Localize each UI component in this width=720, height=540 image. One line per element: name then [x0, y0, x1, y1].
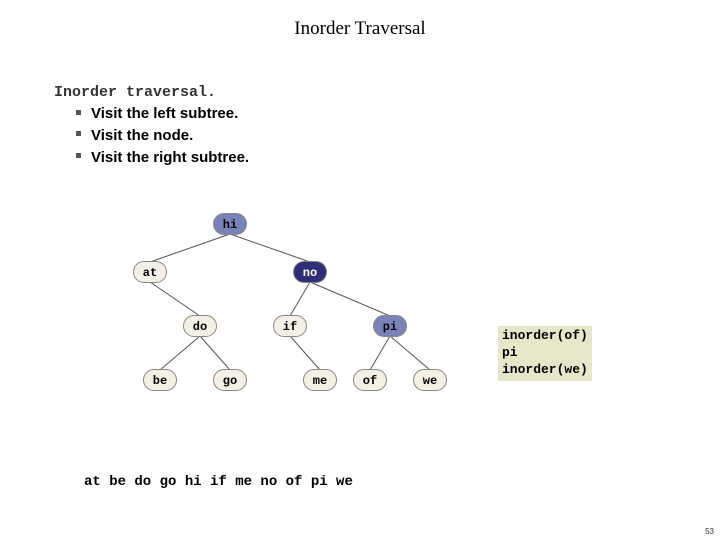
- tree-node-pi: pi: [373, 315, 407, 337]
- tree-node-at: at: [133, 261, 167, 283]
- tree-node-if: if: [273, 315, 307, 337]
- bullet-list: Visit the left subtree. Visit the node. …: [54, 103, 720, 168]
- tree-node-me: me: [303, 369, 337, 391]
- page-title: Inorder Traversal: [0, 0, 720, 40]
- tree-node-do: do: [183, 315, 217, 337]
- traversal-output: at be do go hi if me no of pi we: [84, 474, 353, 490]
- tree-node-hi: hi: [213, 213, 247, 235]
- page-number: 53: [705, 527, 714, 536]
- definition-heading: Inorder traversal.: [54, 84, 720, 101]
- bullet-item: Visit the left subtree.: [76, 103, 720, 125]
- tree-node-of: of: [353, 369, 387, 391]
- bullet-item: Visit the right subtree.: [76, 147, 720, 169]
- recursion-callout: inorder(of) pi inorder(we): [498, 326, 592, 381]
- tree-node-be: be: [143, 369, 177, 391]
- tree-node-go: go: [213, 369, 247, 391]
- tree-diagram: hi at no do if pi be go meof we: [54, 210, 494, 430]
- bullet-item: Visit the node.: [76, 125, 720, 147]
- tree-node-no: no: [293, 261, 327, 283]
- content-block: Inorder traversal. Visit the left subtre…: [0, 40, 720, 168]
- tree-node-we: we: [413, 369, 447, 391]
